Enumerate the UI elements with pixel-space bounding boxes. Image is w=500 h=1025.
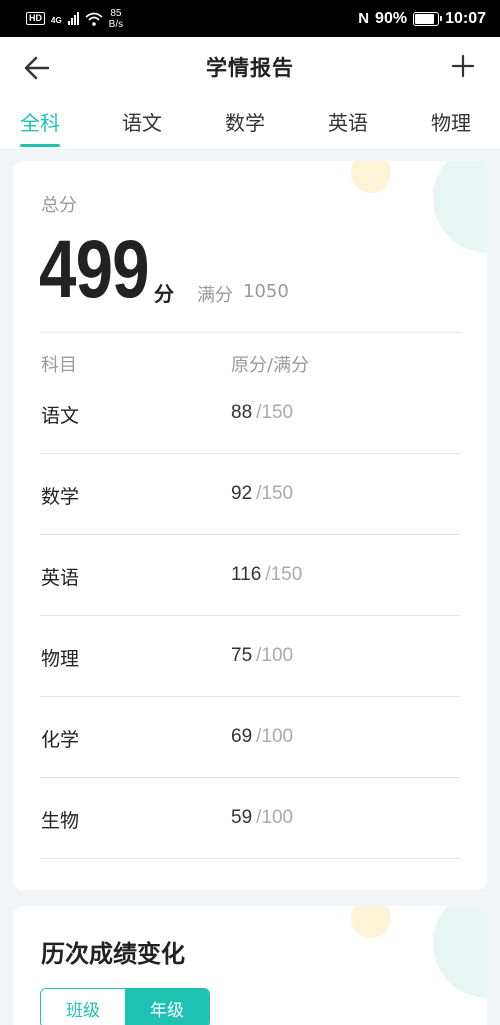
max-score: /100	[256, 726, 294, 747]
tab-all-subjects[interactable]: 全科	[20, 107, 60, 136]
battery-icon	[413, 11, 443, 26]
subject-score: 59/100	[231, 807, 293, 829]
page-title: 学情报告	[206, 56, 294, 80]
active-tab-indicator	[20, 144, 60, 147]
row-divider	[40, 696, 460, 697]
max-score: /150	[256, 483, 294, 504]
row-divider	[40, 858, 460, 859]
row-divider	[40, 777, 460, 778]
nav-bar: 学情报告	[0, 37, 500, 97]
total-score-value: 499	[39, 224, 150, 315]
row-divider	[40, 615, 460, 616]
network-speed: 85 B/s	[109, 8, 123, 30]
score-unit: 分	[154, 282, 174, 306]
nfc-icon: N	[358, 10, 370, 27]
raw-score: 75	[231, 645, 253, 666]
subject-name: 物理	[41, 648, 80, 670]
tab-english[interactable]: 英语	[328, 107, 368, 136]
table-row: 英语 116/150	[13, 563, 487, 644]
raw-score: 92	[231, 483, 253, 504]
history-title: 历次成绩变化	[41, 940, 185, 968]
subject-name: 语文	[41, 405, 80, 427]
status-left: HD 4G 85 B/s	[26, 8, 123, 30]
subject-score: 69/100	[231, 726, 293, 748]
max-score: /150	[265, 564, 303, 585]
divider	[40, 332, 460, 333]
class-toggle-button[interactable]: 班级	[41, 989, 125, 1025]
subject-name: 生物	[41, 810, 80, 832]
subject-name: 数学	[41, 486, 80, 508]
raw-score: 59	[231, 807, 253, 828]
max-score: /100	[256, 807, 294, 828]
network-type: 4G	[51, 15, 62, 25]
battery-percent: 90%	[375, 9, 408, 27]
clock: 10:07	[445, 9, 486, 27]
table-row: 物理 75/100	[13, 644, 487, 725]
tab-chinese[interactable]: 语文	[122, 107, 162, 136]
total-score-label: 总分	[41, 195, 77, 216]
full-score-label: 满分	[197, 285, 233, 306]
arrow-left-icon[interactable]	[20, 51, 54, 85]
column-header-subject: 科目	[41, 355, 77, 376]
signal-icon	[67, 12, 79, 25]
hd-indicator: HD	[26, 12, 45, 25]
subject-score: 92/150	[231, 483, 293, 505]
full-score-value: 1050	[243, 281, 289, 302]
subject-name: 英语	[41, 567, 80, 589]
table-row: 生物 59/100	[13, 806, 487, 887]
speed-value: 85	[110, 7, 122, 19]
subject-score: 116/150	[231, 564, 302, 586]
raw-score: 69	[231, 726, 253, 747]
row-divider	[40, 534, 460, 535]
subject-score: 88/150	[231, 402, 293, 424]
raw-score: 88	[231, 402, 253, 423]
history-card: 历次成绩变化 班级 年级	[13, 906, 487, 1025]
max-score: /100	[256, 645, 294, 666]
tab-physics[interactable]: 物理	[431, 107, 471, 136]
table-row: 语文 88/150	[13, 401, 487, 482]
speed-unit: B/s	[108, 18, 124, 30]
status-bar: HD 4G 85 B/s N 90% 10:07	[0, 0, 500, 37]
table-row: 数学 92/150	[13, 482, 487, 563]
table-row: 化学 69/100	[13, 725, 487, 806]
decoration-circle	[351, 161, 391, 193]
max-score: /150	[256, 402, 294, 423]
column-header-score: 原分/满分	[231, 355, 310, 376]
status-right: N 90% 10:07	[358, 10, 486, 28]
grade-toggle-button[interactable]: 年级	[125, 989, 209, 1025]
score-card: 总分 499 分 满分 1050 科目 原分/满分 语文 88/150 数学 9…	[13, 161, 487, 890]
plus-icon[interactable]	[446, 49, 480, 83]
decoration-circle	[351, 906, 391, 938]
tab-math[interactable]: 数学	[225, 107, 265, 136]
subject-name: 化学	[41, 729, 80, 751]
subject-score: 75/100	[231, 645, 293, 667]
class-grade-toggle: 班级 年级	[40, 988, 210, 1025]
decoration-circle	[433, 161, 487, 253]
subject-tabs: 全科 语文 数学 英语 物理	[0, 97, 500, 149]
raw-score: 116	[231, 564, 262, 585]
row-divider	[40, 453, 460, 454]
wifi-icon	[85, 12, 103, 26]
decoration-circle	[433, 906, 487, 998]
